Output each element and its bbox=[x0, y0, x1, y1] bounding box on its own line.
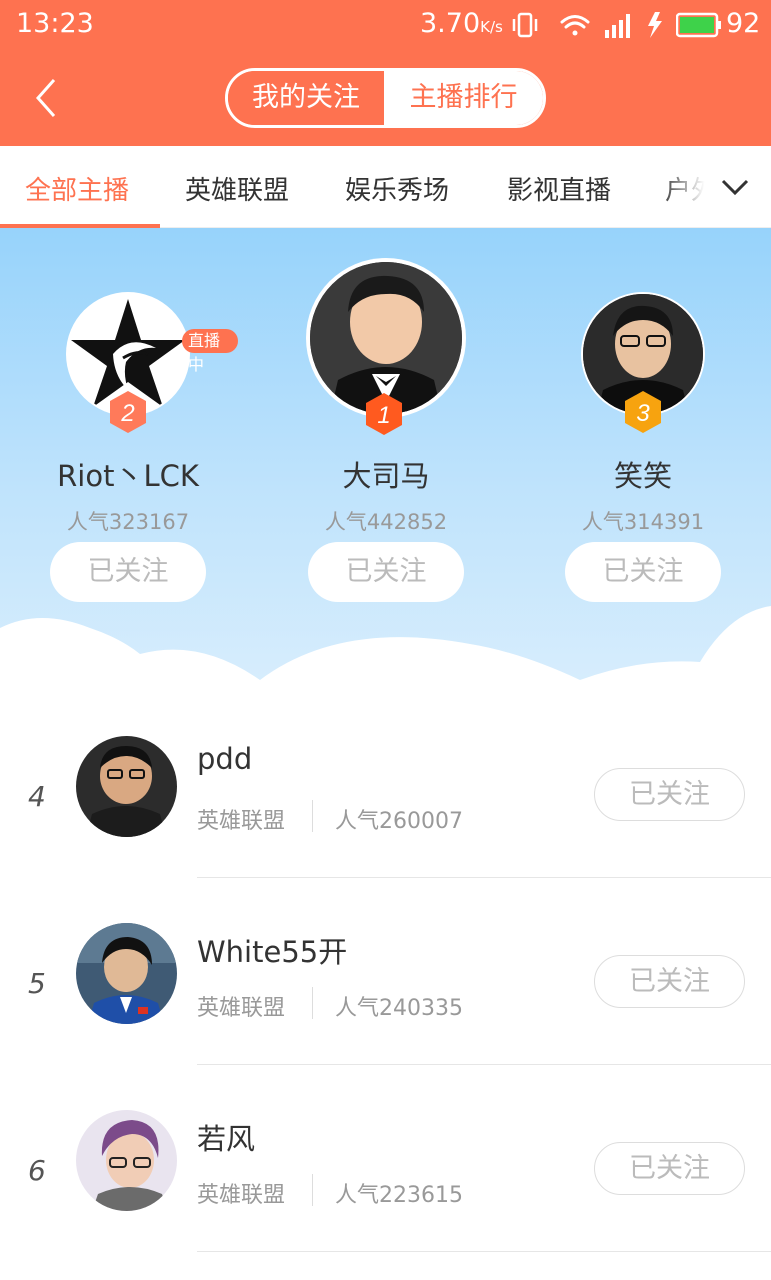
vibrate-icon bbox=[512, 12, 538, 38]
avatar-photo-icon bbox=[76, 1110, 177, 1211]
follow-button[interactable]: 已关注 bbox=[594, 955, 745, 1008]
streamer-popularity: 人气260007 bbox=[335, 809, 463, 834]
battery-level: 92 bbox=[726, 8, 761, 39]
status-bar: 13:23 3.70K/s 92 bbox=[0, 0, 771, 50]
top-three-podium: 直播中 2 Riot丶LCK 人气323167 已关注 1 大司马 人气4428… bbox=[0, 228, 771, 700]
charging-icon bbox=[648, 12, 662, 38]
network-speed: 3.70K/s bbox=[420, 8, 503, 39]
streamer-name: 笑笑 bbox=[613, 459, 672, 493]
follow-button[interactable]: 已关注 bbox=[50, 542, 206, 602]
top-streamer-1: 1 大司马 人气442852 已关注 bbox=[276, 228, 496, 608]
streamer-name: pdd bbox=[197, 742, 253, 776]
rank-number: 6 bbox=[28, 1154, 46, 1187]
header-tab-switch: 我的关注 主播排行 bbox=[225, 68, 546, 128]
streamer-category: 英雄联盟 bbox=[197, 996, 286, 1021]
rank-badge-2: 2 bbox=[110, 391, 146, 433]
streamer-popularity: 人气442852 bbox=[324, 510, 448, 534]
network-speed-value: 3.70 bbox=[420, 8, 481, 39]
rank-badge-3: 3 bbox=[625, 391, 661, 433]
network-speed-unit: K/s bbox=[480, 18, 503, 36]
rank-badge-1: 1 bbox=[366, 393, 402, 435]
battery-icon bbox=[676, 12, 721, 38]
streamer-popularity: 人气323167 bbox=[66, 510, 190, 534]
avatar[interactable] bbox=[76, 736, 177, 837]
category-entertainment[interactable]: 娱乐秀场 bbox=[345, 170, 449, 207]
top-streamer-2: 直播中 2 Riot丶LCK 人气323167 已关注 bbox=[18, 228, 238, 608]
list-item[interactable]: 5 White55开 英雄联盟 人气240335 已关注 bbox=[0, 887, 771, 1074]
status-time: 13:23 bbox=[16, 8, 94, 39]
ranking-list: 4 pdd 英雄联盟 人气260007 已关注 5 White55开 英雄联盟 … bbox=[0, 700, 771, 1280]
list-item[interactable]: 4 pdd 英雄联盟 人气260007 已关注 bbox=[0, 700, 771, 887]
streamer-category: 英雄联盟 bbox=[197, 1183, 286, 1208]
streamer-name: 大司马 bbox=[342, 459, 430, 493]
top-streamer-3: 3 笑笑 人气314391 已关注 bbox=[533, 228, 753, 608]
app-header: 13:23 3.70K/s 92 我的关注 主播排行 bbox=[0, 0, 771, 146]
rank-badge-number: 3 bbox=[636, 400, 650, 427]
streamer-popularity: 人气223615 bbox=[335, 1183, 463, 1208]
streamer-name: White55开 bbox=[197, 935, 348, 969]
category-fade bbox=[660, 146, 771, 226]
list-item[interactable]: 6 若风 英雄联盟 人气223615 已关注 bbox=[0, 1074, 771, 1261]
back-arrow-icon bbox=[35, 79, 56, 117]
category-all-streamers[interactable]: 全部主播 bbox=[25, 170, 129, 207]
category-lol[interactable]: 英雄联盟 bbox=[185, 170, 289, 207]
streamer-name: 若风 bbox=[197, 1122, 256, 1156]
category-film[interactable]: 影视直播 bbox=[507, 170, 611, 207]
follow-button[interactable]: 已关注 bbox=[565, 542, 721, 602]
rank-badge-number: 1 bbox=[377, 402, 390, 429]
streamer-popularity: 人气314391 bbox=[581, 510, 705, 534]
streamer-category: 英雄联盟 bbox=[197, 809, 286, 834]
row-separator bbox=[197, 877, 771, 878]
wifi-icon bbox=[560, 15, 590, 36]
row-separator bbox=[197, 1064, 771, 1065]
back-button[interactable] bbox=[24, 72, 74, 122]
follow-button[interactable]: 已关注 bbox=[594, 768, 745, 821]
cloud-divider bbox=[0, 606, 771, 700]
streamer-popularity: 人气240335 bbox=[335, 996, 463, 1021]
follow-button[interactable]: 已关注 bbox=[594, 1142, 745, 1195]
signal-icon bbox=[605, 14, 630, 38]
rank-number: 5 bbox=[28, 967, 46, 1000]
divider bbox=[312, 800, 313, 832]
divider bbox=[312, 987, 313, 1019]
tab-streamer-ranking[interactable]: 主播排行 bbox=[384, 71, 543, 125]
category-bar: 全部主播 英雄联盟 娱乐秀场 影视直播 户外 bbox=[0, 146, 771, 228]
avatar-photo-icon bbox=[76, 736, 177, 837]
status-icons bbox=[512, 12, 662, 38]
tab-my-follows[interactable]: 我的关注 bbox=[228, 71, 384, 125]
row-separator bbox=[197, 1251, 771, 1252]
follow-button[interactable]: 已关注 bbox=[308, 542, 464, 602]
avatar[interactable] bbox=[76, 923, 177, 1024]
rank-badge-number: 2 bbox=[120, 400, 134, 427]
divider bbox=[312, 1174, 313, 1206]
avatar-photo-icon bbox=[76, 923, 177, 1024]
chevron-down-icon[interactable] bbox=[718, 170, 752, 204]
live-badge: 直播中 bbox=[182, 329, 238, 374]
streamer-name: Riot丶LCK bbox=[57, 459, 199, 493]
avatar[interactable] bbox=[76, 1110, 177, 1211]
rank-number: 4 bbox=[28, 780, 46, 813]
